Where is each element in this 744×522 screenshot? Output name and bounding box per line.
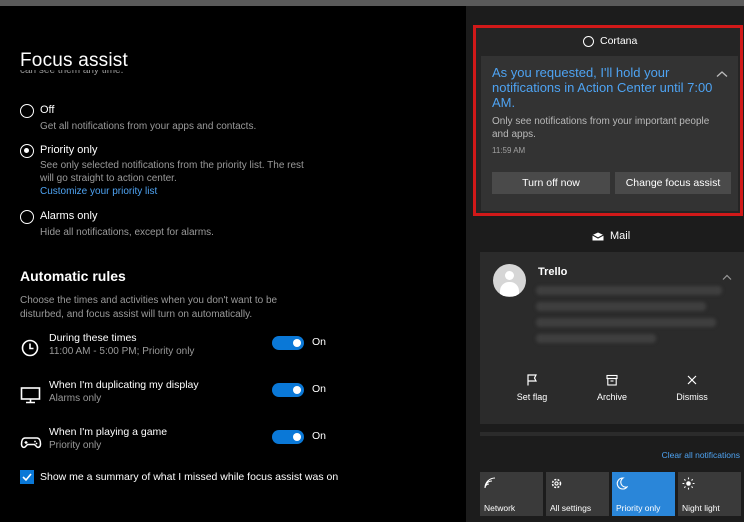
action-label: Set flag: [516, 392, 548, 402]
toggle-switch[interactable]: [272, 336, 304, 350]
dismiss-button[interactable]: Dismiss: [657, 374, 727, 402]
gamepad-icon: [20, 437, 42, 449]
moon-icon: [616, 477, 628, 490]
checkmark-icon: [22, 473, 32, 482]
cortana-header: Cortana: [476, 28, 740, 54]
page-title: Focus assist: [20, 50, 128, 71]
blurred-preview: [536, 286, 722, 295]
rule-title: During these times: [49, 332, 137, 344]
quick-action-label: Network: [484, 503, 516, 513]
rule-subtitle: Alarms only: [49, 393, 102, 404]
radio-button[interactable]: [20, 104, 34, 118]
quick-action-label: Priority only: [616, 503, 661, 513]
rule-playing-game[interactable]: When I'm playing a game Priority only On: [20, 426, 350, 460]
mail-notification[interactable]: Trello Set flag Archive Dismiss: [480, 252, 744, 424]
turn-off-now-button[interactable]: Turn off now: [492, 172, 610, 194]
customize-priority-link[interactable]: Customize your priority list: [40, 186, 157, 197]
clear-all-notifications-link[interactable]: Clear all notifications: [662, 450, 740, 460]
toggle-state: On: [312, 430, 327, 442]
radio-label: Priority only: [40, 144, 98, 156]
toggle-switch[interactable]: [272, 430, 304, 444]
toggle-state: On: [312, 383, 327, 395]
quick-action-priority-only[interactable]: Priority only: [612, 472, 675, 516]
radio-desc: Get all notifications from your apps and…: [40, 121, 257, 132]
mail-header: Mail: [466, 226, 744, 250]
chevron-up-icon[interactable]: [722, 274, 732, 281]
quick-action-network[interactable]: Network: [480, 472, 543, 516]
blurred-preview: [536, 318, 716, 327]
rule-title: When I'm duplicating my display: [49, 379, 199, 391]
cortana-notification-group: Cortana As you requested, I'll hold your…: [473, 25, 743, 216]
chevron-up-icon[interactable]: [716, 70, 728, 78]
rule-title: When I'm playing a game: [49, 426, 168, 438]
toast-body: Only see notifications from your importa…: [492, 116, 710, 140]
radio-desc: See only selected notifications from the…: [40, 160, 304, 171]
rule-during-these-times[interactable]: During these times 11:00 AM - 5:00 PM; P…: [20, 332, 350, 366]
action-label: Archive: [596, 392, 627, 402]
settings-pane: Focus assist can see them any time. Off …: [0, 6, 466, 522]
mail-sender: Trello: [538, 266, 568, 278]
toast-time: 11:59 AM: [492, 146, 526, 155]
flag-icon: [527, 374, 537, 386]
mail-title: Mail: [610, 230, 631, 242]
blurred-preview: [536, 302, 706, 311]
cortana-icon: [583, 36, 594, 47]
radio-desc: Hide all notifications, except for alarm…: [40, 227, 214, 238]
quick-action-label: Night light: [682, 503, 720, 513]
radio-label: Alarms only: [40, 210, 98, 222]
summary-checkbox-label: Show me a summary of what I missed while…: [40, 471, 339, 483]
toast-headline: As you requested, I'll hold your notific…: [492, 65, 713, 110]
toggle-switch[interactable]: [272, 383, 304, 397]
close-icon: [687, 375, 697, 385]
clipped-text: can see them any time.: [20, 70, 124, 76]
gear-icon: [551, 478, 562, 489]
mail-icon: [592, 232, 604, 241]
quick-action-night-light[interactable]: Night light: [678, 472, 741, 516]
summary-checkbox[interactable]: [20, 470, 34, 484]
radio-button[interactable]: [20, 210, 34, 224]
automatic-rules-desc: Choose the times and activities when you…: [20, 295, 278, 320]
archive-icon: [606, 374, 618, 386]
network-icon: [484, 477, 496, 489]
rule-subtitle: 11:00 AM - 5:00 PM; Priority only: [49, 346, 195, 357]
automatic-rules-title: Automatic rules: [20, 268, 126, 284]
radio-label: Off: [40, 104, 55, 116]
avatar: [493, 264, 526, 297]
action-center: Cortana As you requested, I'll hold your…: [466, 6, 744, 522]
blurred-preview: [536, 334, 656, 343]
quick-action-label: All settings: [550, 503, 592, 513]
archive-button[interactable]: Archive: [577, 374, 647, 402]
quick-action-all-settings[interactable]: All settings: [546, 472, 609, 516]
cortana-toast[interactable]: As you requested, I'll hold your notific…: [481, 56, 738, 211]
radio-button-checked[interactable]: [20, 144, 34, 158]
set-flag-button[interactable]: Set flag: [497, 374, 567, 402]
change-focus-assist-button[interactable]: Change focus assist: [615, 172, 731, 194]
sun-icon: [682, 477, 695, 490]
radio-desc: will go straight to action center.: [40, 173, 177, 184]
monitor-icon: [20, 387, 41, 404]
divider: [480, 432, 744, 436]
clock-icon: [21, 339, 39, 357]
cortana-title: Cortana: [600, 35, 638, 47]
action-label: Dismiss: [676, 392, 708, 402]
toggle-state: On: [312, 336, 327, 348]
rule-duplicating-display[interactable]: When I'm duplicating my display Alarms o…: [20, 379, 350, 413]
rule-subtitle: Priority only: [49, 440, 102, 451]
